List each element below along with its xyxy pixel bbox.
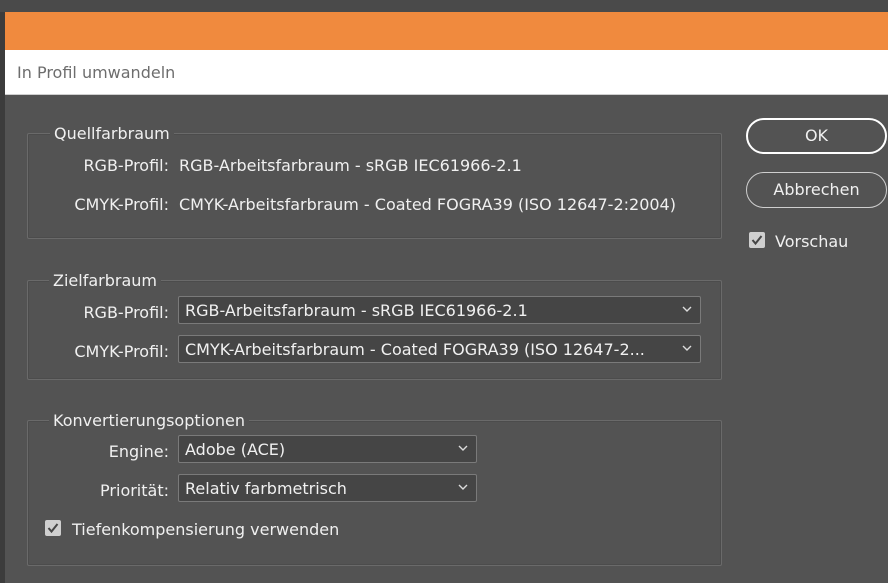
source-space-legend: Quellfarbraum <box>50 124 174 143</box>
destination-rgb-selected: RGB-Arbeitsfarbraum - sRGB IEC61966-2.1 <box>185 301 528 320</box>
priority-selected: Relativ farbmetrisch <box>185 479 347 498</box>
destination-cmyk-select[interactable]: CMYK-Arbeitsfarbraum - Coated FOGRA39 (I… <box>178 335 701 363</box>
dialog-title: In Profil umwandeln <box>17 63 176 82</box>
source-space-group <box>27 133 722 239</box>
source-rgb-value: RGB-Arbeitsfarbraum - sRGB IEC61966-2.1 <box>179 156 522 175</box>
cancel-button[interactable]: Abbrechen <box>746 172 887 208</box>
chevron-down-icon <box>682 345 692 351</box>
engine-select[interactable]: Adobe (ACE) <box>178 435 477 463</box>
chevron-down-icon <box>458 484 468 490</box>
priority-label: Priorität: <box>100 481 169 500</box>
preview-label[interactable]: Vorschau <box>775 232 848 251</box>
preview-checkbox[interactable] <box>749 232 765 248</box>
destination-rgb-label: RGB-Profil: <box>83 303 169 322</box>
dialog-titlebar[interactable]: In Profil umwandeln <box>5 50 888 95</box>
destination-rgb-select[interactable]: RGB-Arbeitsfarbraum - sRGB IEC61966-2.1 <box>178 296 701 324</box>
engine-selected: Adobe (ACE) <box>185 440 286 459</box>
checkmark-icon <box>751 235 763 246</box>
destination-cmyk-selected: CMYK-Arbeitsfarbraum - Coated FOGRA39 (I… <box>185 340 645 359</box>
source-cmyk-label: CMYK-Profil: <box>74 195 169 214</box>
priority-select[interactable]: Relativ farbmetrisch <box>178 474 477 502</box>
destination-cmyk-label: CMYK-Profil: <box>74 342 169 361</box>
chevron-down-icon <box>458 445 468 451</box>
conversion-options-legend: Konvertierungsoptionen <box>49 411 250 430</box>
ok-button[interactable]: OK <box>746 118 887 154</box>
engine-label: Engine: <box>108 442 169 461</box>
source-cmyk-value: CMYK-Arbeitsfarbraum - Coated FOGRA39 (I… <box>179 195 676 214</box>
app-accent-bar <box>5 12 888 50</box>
chevron-down-icon <box>682 306 692 312</box>
blackpoint-checkbox[interactable] <box>45 520 61 536</box>
destination-space-group <box>27 280 722 380</box>
checkmark-icon <box>47 523 59 534</box>
window-top-edge <box>0 0 888 12</box>
destination-space-legend: Zielfarbraum <box>49 271 161 290</box>
source-rgb-label: RGB-Profil: <box>83 156 169 175</box>
convert-profile-dialog: Quellfarbraum RGB-Profil: RGB-Arbeitsfar… <box>5 95 888 583</box>
blackpoint-label[interactable]: Tiefenkompensierung verwenden <box>72 520 339 539</box>
